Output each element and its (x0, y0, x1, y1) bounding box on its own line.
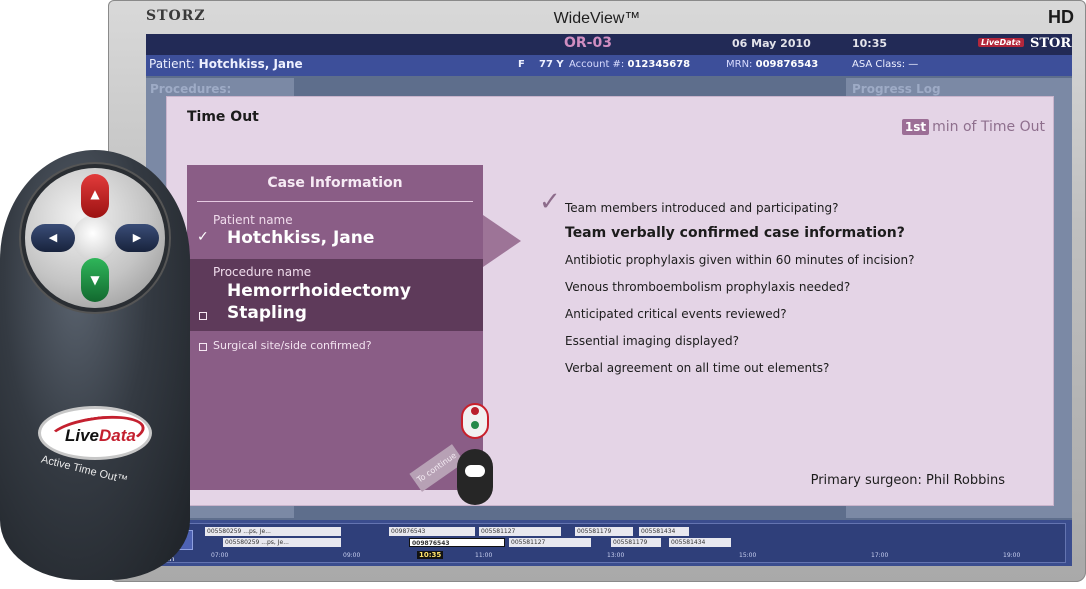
stage: STORZ WideView™ HD OR-03 06 May 2010 10:… (0, 0, 1086, 589)
checklist-item[interactable]: Anticipated critical events reviewed? (565, 307, 787, 321)
procedure-name-line1: Hemorrhoidectomy (227, 281, 411, 301)
minute-badge: 1st (901, 119, 930, 135)
timeline-track[interactable]: 11 min 005580259 ...ps, Je... 005580259 … (152, 523, 1066, 563)
timeline-tick: 07:00 (211, 552, 229, 559)
surgical-site-checkbox[interactable] (199, 343, 207, 351)
arrow-right-icon (483, 215, 521, 267)
divider (197, 201, 473, 202)
checklist-item[interactable]: Essential imaging displayed? (565, 334, 739, 348)
monitor-title: WideView™ (553, 10, 641, 27)
monitor: STORZ WideView™ HD OR-03 06 May 2010 10:… (108, 0, 1086, 582)
checklist-item[interactable]: Antibiotic prophylaxis given within 60 m… (565, 253, 914, 267)
patient-sex: F (518, 59, 525, 70)
screen: OR-03 06 May 2010 10:35 LiveData › STORZ… (146, 34, 1072, 566)
time-out-minute: 1st min of Time Out (901, 119, 1045, 135)
down-button-icon (471, 421, 479, 429)
mrn: MRN: 009876543 (726, 59, 819, 70)
current-time-marker: 10:35 (417, 551, 444, 559)
hd-label: HD (1048, 7, 1074, 27)
procedure-checkbox[interactable] (199, 312, 207, 320)
up-button-icon (471, 407, 479, 415)
case-patient-name: Hotchkiss, Jane (227, 228, 375, 248)
room-label: OR-03 (564, 35, 612, 51)
procedure-name-line2: Stapling (227, 303, 307, 323)
livedata-logo-text: LiveData (65, 426, 136, 445)
date-label: 06 May 2010 (732, 37, 811, 50)
timeline-case[interactable]: 005581434 (669, 538, 731, 547)
timeline-case-selected[interactable]: 009876543 (409, 538, 505, 547)
surgical-site-label: Surgical site/side confirmed? (213, 339, 372, 352)
procedures-label: Procedures: (150, 82, 232, 96)
left-button[interactable]: ◀ (31, 224, 75, 252)
patient-age: 77 Y (539, 59, 564, 70)
checklist-item-current[interactable]: Team verbally confirmed case information… (565, 225, 905, 241)
checklist-item[interactable]: Venous thromboembolism prophylaxis neede… (565, 280, 850, 294)
check-icon: ✓ (197, 229, 209, 245)
down-button[interactable]: ▼ (81, 258, 109, 302)
timeline: 11 min 005580259 ...ps, Je... 005580259 … (146, 520, 1072, 566)
timeline-tick: 13:00 (607, 552, 625, 559)
procedure-name-label: Procedure name (213, 265, 312, 279)
time-label: 10:35 (852, 37, 888, 50)
timeline-case[interactable]: 005580259 ...ps, Je... (205, 527, 341, 536)
timeline-case[interactable]: 005581179 (575, 527, 633, 536)
patient-name: Hotchkiss, Jane (198, 57, 303, 71)
primary-surgeon: Primary surgeon: Phil Robbins (810, 473, 1005, 488)
arrow-right-icon: ▶ (132, 231, 142, 244)
time-out-dialog: Time Out 1st min of Time Out Case Informa… (166, 96, 1054, 506)
timeline-tick: 11:00 (475, 552, 493, 559)
timeline-case[interactable]: 005581434 (639, 527, 689, 536)
account-number: Account #: 012345678 (569, 59, 691, 70)
case-information-heading: Case Information (267, 175, 403, 191)
patient-name-label: Patient name (213, 213, 293, 227)
timeline-tick: 15:00 (739, 552, 757, 559)
right-button[interactable]: ▶ (115, 224, 159, 252)
arrow-up-icon: ▲ (90, 187, 100, 201)
time-out-title: Time Out (187, 109, 259, 125)
up-button[interactable]: ▲ (81, 174, 109, 218)
timeline-case[interactable]: 005581127 (509, 538, 591, 547)
timeline-tick: 19:00 (1003, 552, 1021, 559)
patient-bar: Patient: Hotchkiss, Jane F 77 Y Account … (146, 55, 1072, 76)
timeline-case[interactable]: 009876543 (389, 527, 475, 536)
arrow-left-icon: ◀ (48, 231, 58, 244)
monitor-top-bar: STORZ WideView™ HD (108, 0, 1086, 34)
asa-class: ASA Class: — (852, 59, 919, 70)
arrow-down-icon: ▼ (90, 273, 100, 287)
checklist-item[interactable]: Verbal agreement on all time out element… (565, 361, 829, 375)
storz-header-logo: STORZ (1030, 36, 1072, 51)
patient-info: Patient: Hotchkiss, Jane (149, 57, 303, 71)
timeline-case[interactable]: 005581179 (611, 538, 661, 547)
livedata-logo-badge: LiveData (38, 406, 152, 460)
header-bar: OR-03 06 May 2010 10:35 LiveData › STORZ (146, 34, 1072, 55)
timeline-tick: 17:00 (871, 552, 889, 559)
arrow-icon: › (1016, 36, 1021, 50)
livedata-badge-icon (465, 465, 485, 477)
progress-log-label: Progress Log (852, 82, 941, 96)
check-icon: ✓ (539, 187, 561, 217)
procedure-band[interactable]: Procedure name Hemorrhoidectomy Stapling (187, 259, 483, 331)
timeline-case[interactable]: 005581127 (479, 527, 561, 536)
case-information-card: Case Information Patient name ✓ Hotchkis… (187, 165, 483, 490)
timeline-case[interactable]: 005580259 ...ps, Je... (223, 538, 341, 547)
remote-control: ▲ ▼ ◀ ▶ LiveData Active Time Out™ (0, 150, 190, 580)
dpad: ▲ ▼ ◀ ▶ (25, 168, 165, 308)
remote-hint-icon (457, 401, 493, 505)
remote-body-icon (457, 449, 493, 505)
dpad-center-button[interactable] (72, 215, 118, 261)
timeline-tick: 09:00 (343, 552, 361, 559)
checklist-item[interactable]: Team members introduced and participatin… (565, 201, 838, 215)
